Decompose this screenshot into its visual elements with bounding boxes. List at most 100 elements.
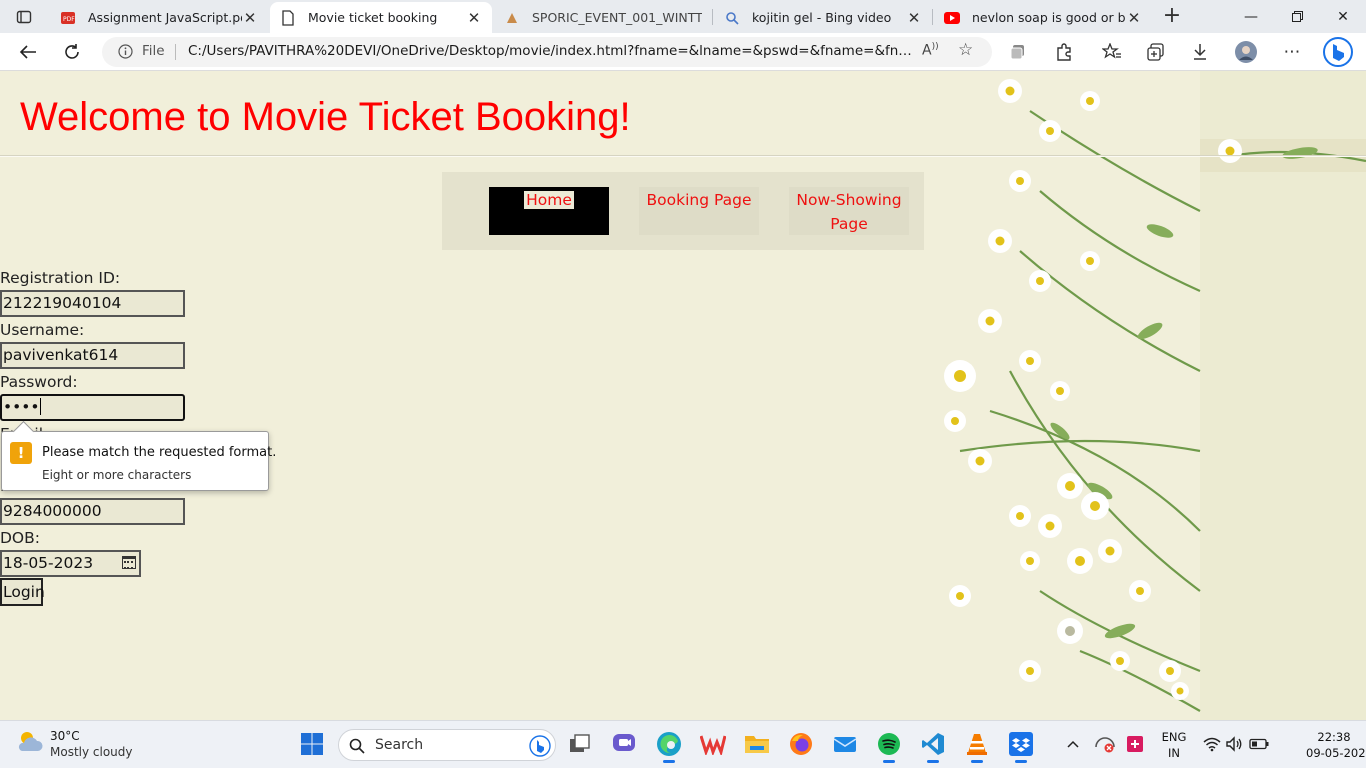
downloads-icon[interactable] [1186,39,1214,65]
tab-nevlon-soap[interactable]: nevlon soap is good or bad ir ✕ [934,2,1152,33]
dob-value: 18-05-2023 [3,554,94,572]
language-indicator-line1[interactable]: ENG [1158,730,1190,744]
bing-search-icon [724,10,740,26]
task-view-icon[interactable] [567,731,593,757]
weather-temperature: 30°C [50,729,80,743]
volume-icon[interactable] [1221,731,1247,757]
browser-toolbar: File C:/Users/PAVITHRA%20DEVI/OneDrive/D… [0,33,1366,71]
collections-icon[interactable] [1004,39,1032,65]
password-input[interactable]: •••• [0,394,185,421]
close-tab-icon[interactable]: ✕ [242,9,258,27]
site-info-icon[interactable] [118,44,133,63]
tab-bing-video[interactable]: kojitin gel - Bing video ✕ [714,2,932,33]
dob-label: DOB: [0,529,40,547]
minimize-icon[interactable]: — [1228,0,1274,33]
teams-chat-icon[interactable] [611,731,637,757]
file-scheme-label: File [142,43,165,59]
vlc-icon[interactable] [964,731,990,763]
password-masked-value: •••• [3,398,40,416]
registration-id-label: Registration ID: [0,269,121,287]
edge-browser-icon[interactable] [656,731,682,763]
clock-date[interactable]: 09-05-2023 [1306,746,1366,760]
settings-more-icon[interactable]: ⋯ [1278,39,1306,65]
calendar-icon[interactable] [122,556,136,569]
mail-icon[interactable] [832,731,858,757]
close-tab-icon[interactable]: ✕ [906,9,922,27]
tab-title: Assignment JavaScript.pdf [88,10,242,25]
favorites-icon[interactable] [1098,39,1126,65]
tray-status-icon[interactable] [1122,731,1148,757]
read-aloud-icon[interactable]: A)) [922,42,939,59]
clock-time[interactable]: 22:38 [1306,730,1362,744]
nav-now-showing-label-line2: Page [830,215,868,233]
flower-background-image [0,71,1366,720]
svg-text:PDF: PDF [63,16,75,23]
nav-booking-label: Booking Page [646,191,752,209]
bing-copilot-icon[interactable] [1322,37,1354,67]
weather-condition: Mostly cloudy [50,745,133,759]
tab-movie-ticket-booking[interactable]: Movie ticket booking ✕ [270,2,492,33]
address-divider [175,44,176,60]
wps-office-icon[interactable] [700,731,726,757]
add-favorite-icon[interactable]: ☆ [958,40,973,60]
tab-title: kojitin gel - Bing video [752,10,892,25]
tab-actions-icon[interactable] [8,5,40,29]
windows-start-icon[interactable] [299,731,325,757]
address-bar[interactable]: File C:/Users/PAVITHRA%20DEVI/OneDrive/D… [102,37,992,67]
extensions-icon[interactable] [1050,39,1078,65]
close-window-icon[interactable]: ✕ [1320,0,1366,33]
username-input[interactable]: pavivenkat614 [0,342,185,369]
nav-booking-button[interactable]: Booking Page [639,187,759,235]
nav-now-showing-button[interactable]: Now-Showing Page [789,187,909,235]
tab-title: Movie ticket booking [308,10,438,25]
username-label: Username: [0,321,85,339]
battery-icon[interactable] [1246,731,1272,757]
web-page: Welcome to Movie Ticket Booking! Home Bo… [0,71,1366,720]
firefox-icon[interactable] [788,731,814,757]
login-button[interactable]: Login [0,578,45,606]
file-explorer-icon[interactable] [744,731,770,757]
close-tab-icon[interactable]: ✕ [466,9,482,27]
nav-home-label: Home [524,191,574,209]
back-arrow-icon[interactable] [14,39,42,65]
language-indicator-line2[interactable]: IN [1158,746,1190,760]
bing-icon [529,735,551,757]
taskbar-search[interactable]: Search [338,729,556,761]
pdf-icon: PDF [60,10,76,26]
restore-icon[interactable] [1274,0,1320,33]
weather-widget[interactable]: 30°C Mostly cloudy [16,729,133,759]
tray-app-icon[interactable] [1092,731,1118,757]
header-divider [0,155,1366,157]
tab-title: nevlon soap is good or bad ir [972,10,1126,25]
show-hidden-icons-chevron-icon[interactable] [1060,731,1086,757]
page-title: Welcome to Movie Ticket Booking! [20,95,631,139]
cloudy-weather-icon [18,732,43,751]
tab-separator [712,9,713,25]
nav-now-showing-label-line1: Now-Showing [796,191,902,209]
close-tab-icon[interactable]: ✕ [1126,9,1142,27]
vscode-icon[interactable] [920,731,946,763]
url-text[interactable]: C:/Users/PAVITHRA%20DEVI/OneDrive/Deskto… [188,43,918,59]
text-cursor [39,398,41,415]
refresh-icon[interactable] [58,39,86,65]
search-icon [349,738,365,754]
profile-avatar-icon[interactable] [1232,39,1260,65]
registration-id-input[interactable]: 212219040104 [0,290,185,317]
mobile-number-input[interactable]: 9284000000 [0,498,185,525]
tab-sporic-event[interactable]: SPORIC_EVENT_001_WINTT_2 [494,2,712,33]
dob-date-input[interactable]: 18-05-2023 [0,550,141,577]
new-tab-icon[interactable]: + [1160,5,1184,27]
validation-detail: Eight or more characters [42,468,192,482]
nav-home-button[interactable]: Home [489,187,609,235]
tab-collections-icon[interactable] [1142,39,1170,65]
tab-assignment-pdf[interactable]: PDF Assignment JavaScript.pdf ✕ [50,2,268,33]
tab-strip: PDF Assignment JavaScript.pdf ✕ Movie ti… [0,0,1366,33]
password-label: Password: [0,373,78,391]
validation-tooltip: ! Please match the requested format. Eig… [1,431,276,491]
page-icon [280,9,296,26]
dropbox-icon[interactable] [1008,731,1034,763]
tab-separator [932,9,933,25]
windows-taskbar: 30°C Mostly cloudy Search ENG IN 22:38 0… [0,720,1366,768]
warning-icon: ! [10,442,32,464]
spotify-icon[interactable] [876,731,902,763]
